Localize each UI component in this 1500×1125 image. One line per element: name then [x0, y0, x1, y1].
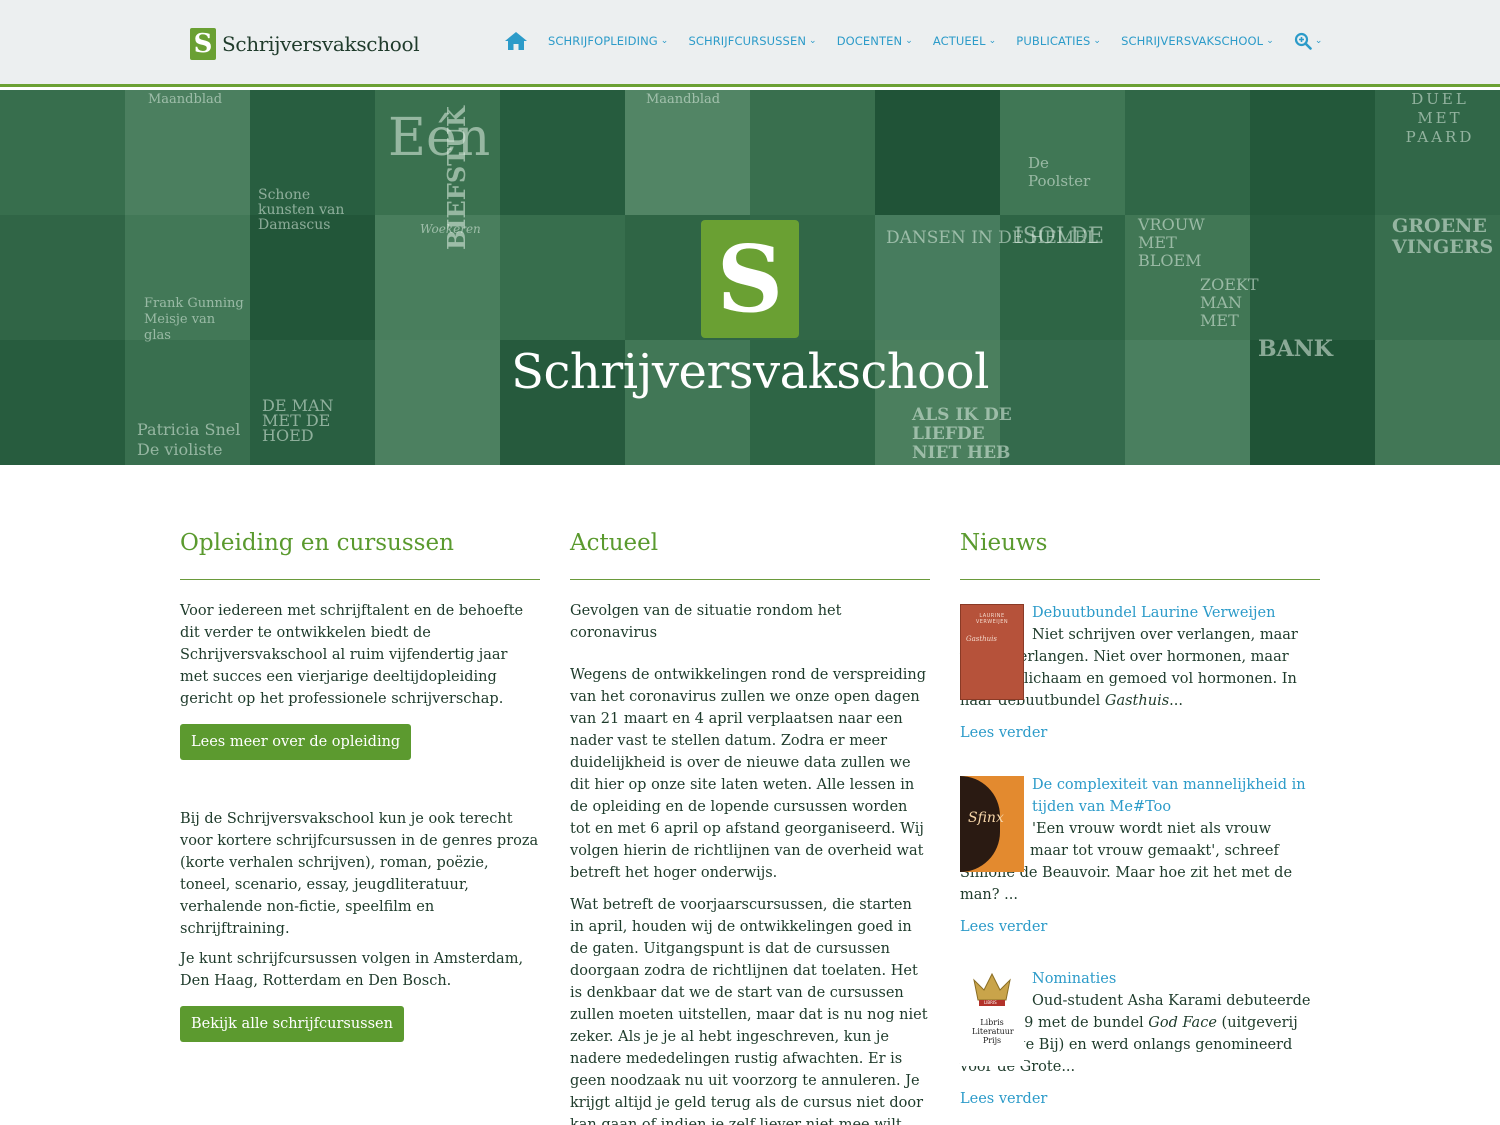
section-heading: Actueel: [570, 530, 930, 580]
site-header: S Schrijversvakschool SCHRIJFOPLEIDING ⌄ …: [0, 0, 1500, 87]
opleiding-button[interactable]: Lees meer over de opleiding: [180, 724, 412, 760]
cover-text: Maandblad: [646, 92, 721, 107]
excerpt-emphasis: God Face: [1148, 1015, 1217, 1031]
cover-text: Frank Gunning Meisje van glas: [144, 296, 244, 343]
badge-text: LIBRIS: [984, 1000, 997, 1005]
book-cover-sfinx[interactable]: Sfinx: [960, 776, 1024, 872]
cover-text: Schone kunsten van Damascus: [258, 187, 345, 233]
logo-mark: S: [190, 28, 216, 60]
corona-paragraph: Wat betreft de voorjaarscursussen, die s…: [570, 897, 928, 1125]
hero-title: Schrijversvakschool: [511, 344, 989, 400]
column-nieuws: Nieuws LAURINE VERWEIJEN Gasthuis Debuut…: [960, 530, 1320, 1110]
nav-item-schrijfcursussen[interactable]: SCHRIJFCURSUSSEN ⌄: [688, 34, 816, 48]
chevron-down-icon: ⌄: [809, 36, 817, 46]
nav-item-actueel[interactable]: ACTUEEL ⌄: [933, 34, 996, 48]
search-toggle[interactable]: ⌄: [1294, 32, 1323, 50]
chevron-down-icon: ⌄: [1266, 36, 1274, 46]
home-icon[interactable]: [504, 30, 528, 52]
nav-label: ACTUEEL: [932, 34, 986, 48]
cursussen-button[interactable]: Bekijk alle schrijfcursussen: [180, 1006, 404, 1042]
section-heading: Opleiding en cursussen: [180, 530, 540, 580]
logo-text: Schrijversvakschool: [222, 32, 420, 56]
libris-prize-logo[interactable]: LIBRIS Libris Literatuur Prijs: [960, 970, 1024, 1066]
corona-heading: Gevolgen van de situatie rondom het coro…: [570, 603, 842, 641]
site-logo[interactable]: S Schrijversvakschool: [190, 28, 420, 60]
excerpt-emphasis: Gasthuis: [1104, 693, 1170, 709]
read-more-link[interactable]: Lees verder: [960, 722, 1320, 744]
nav-label: PUBLICATIES: [1016, 34, 1091, 48]
nav-label: SCHRIJFOPLEIDING: [548, 34, 658, 48]
cover-text: DE MAN MET DE HOED: [262, 396, 334, 445]
cover-author: LAURINE VERWEIJEN: [975, 613, 1009, 625]
cover-text: BIEFSTUK: [442, 106, 471, 250]
nav-label: DOCENTEN: [836, 34, 903, 48]
cover-text: GROENE VINGERS: [1392, 215, 1494, 258]
nav-item-docenten[interactable]: DOCENTEN ⌄: [837, 34, 913, 48]
prize-caption: Libris Literatuur Prijs: [972, 1018, 1014, 1045]
news-item: LAURINE VERWEIJEN Gasthuis Debuutbundel …: [960, 602, 1320, 744]
news-title-link[interactable]: Debuutbundel Laurine Verweijen: [1032, 602, 1320, 624]
nav-item-schrijversvakschool[interactable]: SCHRIJVERSVAKSCHOOL ⌄: [1121, 34, 1274, 48]
cover-text: Patricia Snel De violiste: [137, 420, 241, 459]
main-nav: SCHRIJFOPLEIDING ⌄ SCHRIJFCURSUSSEN ⌄ DOCE…: [504, 30, 1322, 52]
hero-logo-mark: S: [701, 220, 799, 338]
news-title-link[interactable]: Nominaties: [1032, 968, 1320, 990]
cover-text: VROUW MET BLOEM: [1138, 215, 1205, 270]
chevron-down-icon: ⌄: [1314, 36, 1323, 46]
read-more-link[interactable]: Lees verder: [960, 1088, 1320, 1110]
nav-label: SCHRIJVERSVAKSCHOOL: [1121, 34, 1264, 48]
chevron-down-icon: ⌄: [905, 36, 913, 46]
cover-text: Maandblad: [148, 92, 223, 107]
cover-text: ALS IK DE LIEFDE NIET HEB: [912, 405, 1012, 463]
cover-text: Eén: [388, 108, 491, 168]
nav-item-publicaties[interactable]: PUBLICATIES ⌄: [1016, 34, 1101, 48]
book-cover-gasthuis[interactable]: LAURINE VERWEIJEN Gasthuis: [960, 604, 1024, 700]
chevron-down-icon: ⌄: [1093, 36, 1102, 46]
column-actueel: Actueel Gevolgen van de situatie rondom …: [570, 530, 930, 1125]
corona-paragraph: Wegens de ontwikkelingen rond de verspre…: [570, 667, 927, 881]
cover-text: DUEL MET PAARD: [1405, 90, 1475, 146]
excerpt-tail: ...: [1169, 693, 1183, 709]
cover-text: ISOLDE: [1014, 224, 1105, 249]
cover-title: Sfinx: [968, 810, 1004, 826]
news-item: LIBRIS Libris Literatuur Prijs Nominatie…: [960, 968, 1320, 1110]
intro-paragraph: Voor iedereen met schrijftalent en de be…: [180, 603, 524, 707]
read-more-link[interactable]: Lees verder: [960, 916, 1320, 938]
search-icon: [1294, 32, 1312, 50]
section-heading: Nieuws: [960, 530, 1320, 580]
nav-label: SCHRIJFCURSUSSEN: [688, 34, 807, 48]
nav-item-schrijfopleiding[interactable]: SCHRIJFOPLEIDING ⌄: [548, 34, 668, 48]
locaties-paragraph: Je kunt schrijfcursussen volgen in Amste…: [180, 951, 524, 989]
news-item: Sfinx De complexiteit van mannelijkheid …: [960, 774, 1320, 938]
column-opleiding: Opleiding en cursussen Voor iedereen met…: [180, 530, 540, 1042]
hero-banner: Maandblad Eén Maandblad Schone kunsten v…: [0, 90, 1500, 465]
cursussen-paragraph: Bij de Schrijversvakschool kun je ook te…: [180, 811, 539, 937]
cover-title: Gasthuis: [966, 635, 998, 643]
cover-text: ZOEKT MAN MET: [1200, 275, 1259, 330]
chevron-down-icon: ⌄: [988, 36, 997, 46]
cover-text: De Poolster: [1028, 154, 1091, 190]
chevron-down-icon: ⌄: [660, 36, 669, 46]
news-title-link[interactable]: De complexiteit van mannelijkheid in tij…: [1032, 774, 1320, 818]
